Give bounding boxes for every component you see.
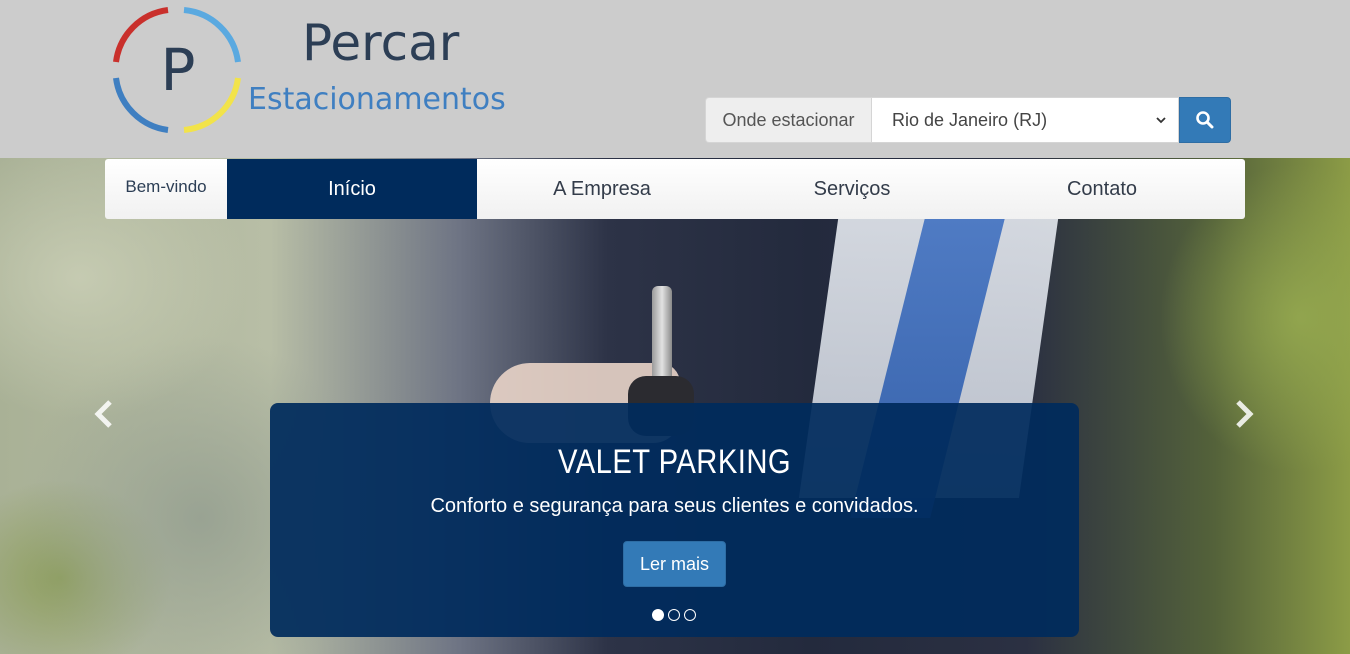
- nav-item-inicio[interactable]: Início: [227, 159, 477, 219]
- logo-letter: P: [161, 36, 196, 104]
- read-more-button[interactable]: Ler mais: [623, 541, 726, 587]
- carousel-indicators: [652, 609, 696, 621]
- main-nav: Bem-vindo Início A Empresa Serviços Cont…: [105, 159, 1245, 219]
- city-select-value: Rio de Janeiro (RJ): [892, 109, 1048, 130]
- brand-name: Percar: [302, 14, 460, 72]
- carousel-indicator-1[interactable]: [652, 609, 664, 621]
- slide-title: VALET PARKING: [557, 443, 792, 481]
- carousel-caption: VALET PARKING Conforto e segurança para …: [270, 403, 1079, 637]
- chevron-down-icon: [1156, 117, 1166, 124]
- carousel-indicator-3[interactable]: [684, 609, 696, 621]
- carousel-indicator-2[interactable]: [668, 609, 680, 621]
- nav-item-servicos[interactable]: Serviços: [727, 159, 977, 219]
- nav-item-a-empresa[interactable]: A Empresa: [477, 159, 727, 219]
- city-select[interactable]: Rio de Janeiro (RJ): [871, 97, 1179, 143]
- parking-search: Onde estacionar Rio de Janeiro (RJ): [705, 97, 1231, 143]
- site-header: P Percar Estacionamentos Onde estacionar…: [0, 0, 1350, 158]
- nav-item-contato[interactable]: Contato: [977, 159, 1227, 219]
- chevron-left-icon[interactable]: [90, 396, 118, 432]
- search-button[interactable]: [1179, 97, 1231, 143]
- search-label: Onde estacionar: [705, 97, 871, 143]
- percar-logo[interactable]: P: [108, 2, 248, 136]
- chevron-right-icon[interactable]: [1230, 396, 1258, 432]
- search-icon: [1196, 111, 1214, 129]
- brand-subtitle: Estacionamentos: [248, 82, 506, 117]
- nav-welcome: Bem-vindo: [125, 177, 207, 196]
- slide-text: Conforto e segurança para seus clientes …: [430, 495, 919, 517]
